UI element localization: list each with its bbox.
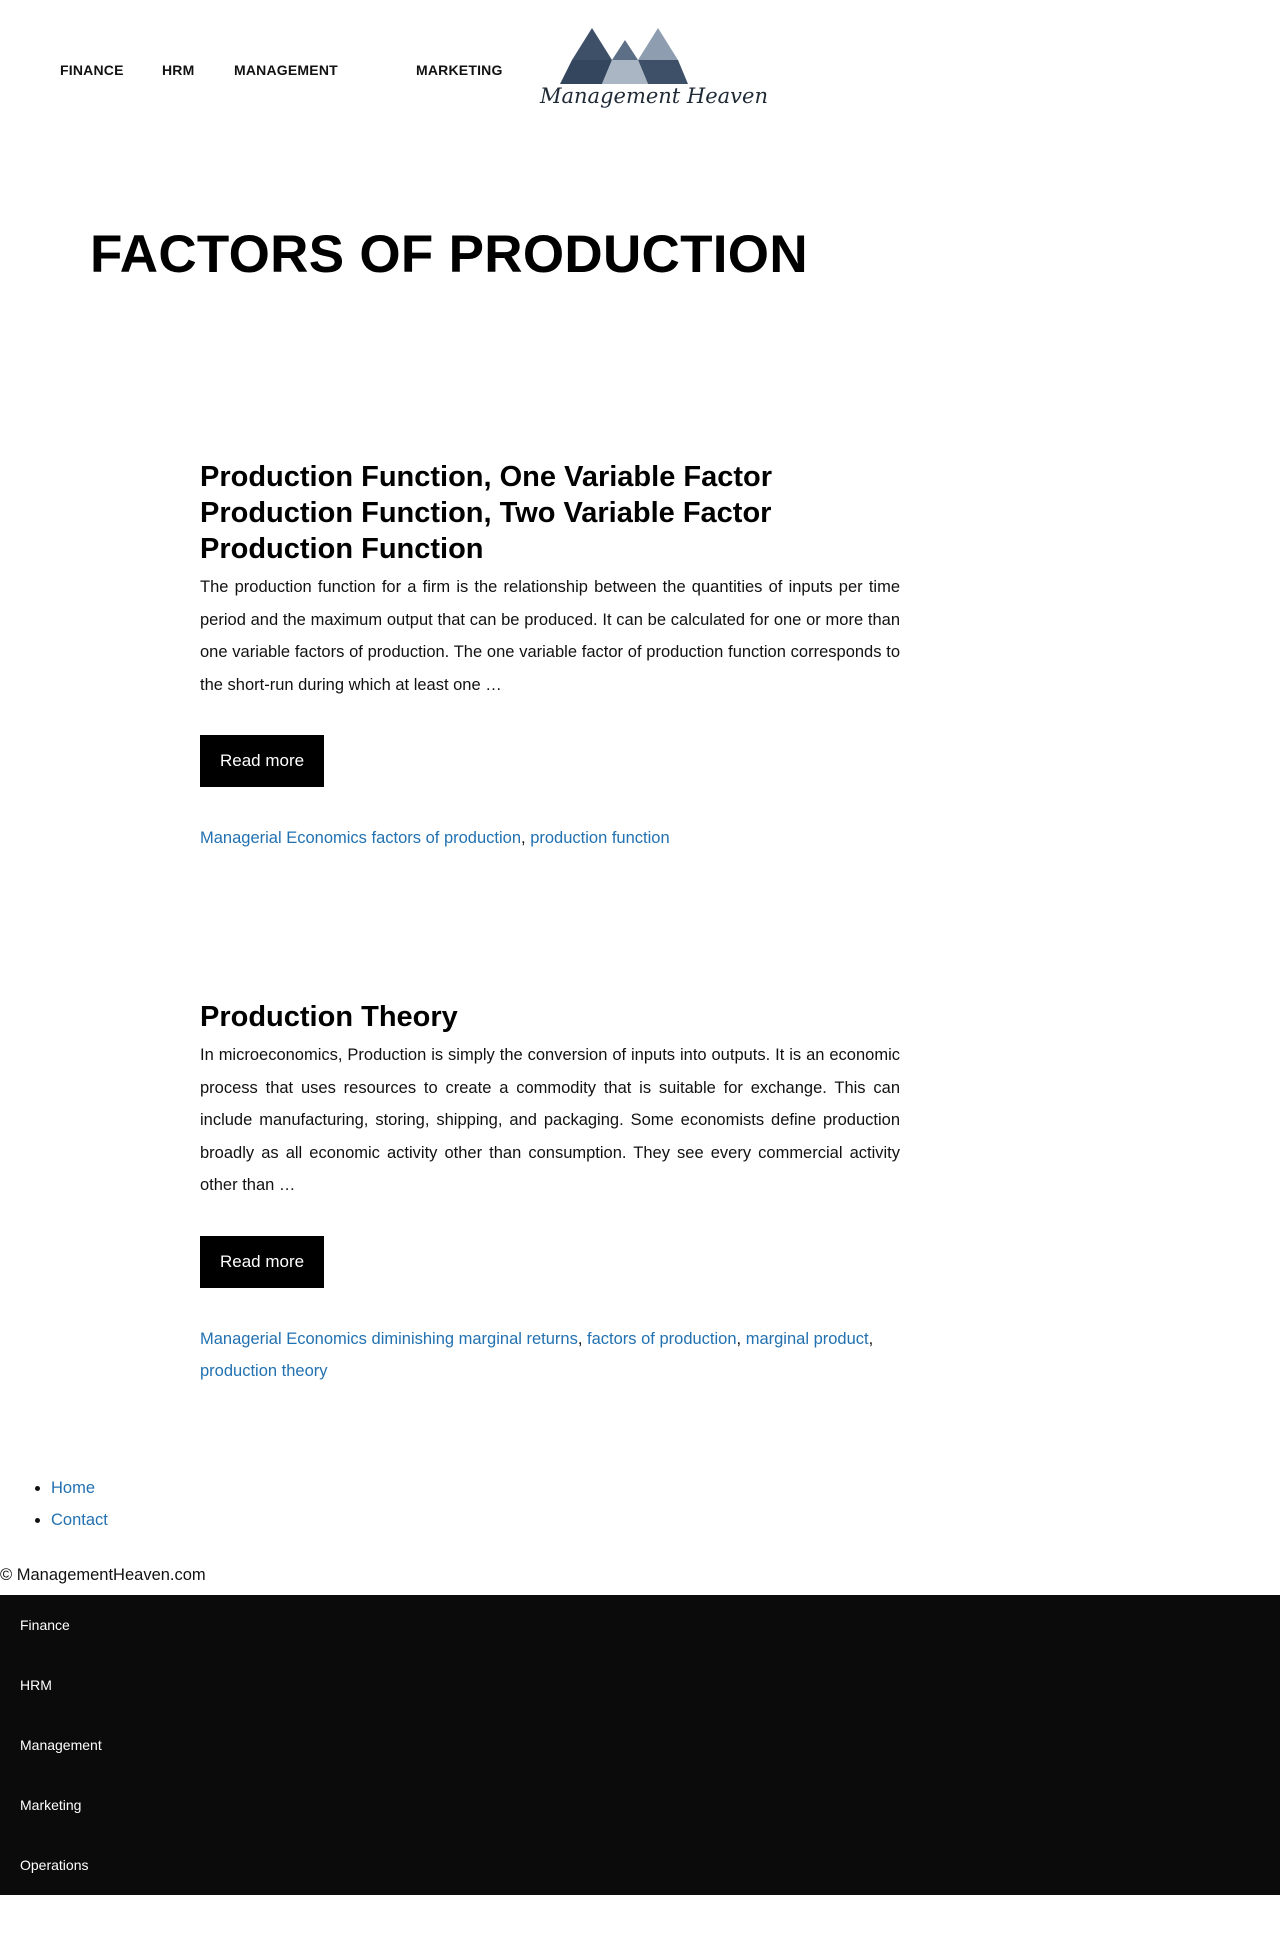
site-logo[interactable]: Management Heaven	[540, 24, 768, 116]
tag-link[interactable]: diminishing marginal returns	[372, 1330, 578, 1348]
category-link[interactable]: Managerial Economics	[200, 1330, 367, 1348]
footer-link-home[interactable]: Home	[51, 1479, 95, 1497]
nav-item-finance[interactable]: FINANCE	[60, 62, 124, 78]
footer-category-marketing[interactable]: Marketing	[20, 1797, 81, 1813]
tag-link[interactable]: production theory	[200, 1362, 328, 1380]
footer-category-finance[interactable]: Finance	[20, 1617, 70, 1633]
tag-link[interactable]: marginal product	[746, 1330, 869, 1348]
tag-link[interactable]: factors of production	[372, 829, 522, 847]
footer-category-hrm[interactable]: HRM	[20, 1677, 52, 1693]
logo-text: Management Heaven	[540, 84, 768, 108]
post-meta: Managerial Economics factors of producti…	[200, 829, 670, 847]
logo-mountains-icon	[560, 28, 688, 84]
read-more-button[interactable]: Read more	[200, 1235, 325, 1288]
post-title-text[interactable]: Production Function, One Variable Factor…	[200, 461, 772, 565]
tag-link[interactable]: factors of production	[587, 1330, 737, 1348]
footer-link-item: Contact	[51, 1504, 108, 1536]
archive-title: FACTORS OF PRODUCTION	[90, 225, 808, 284]
nav-item-marketing[interactable]: MARKETING	[416, 62, 503, 78]
copyright: © ManagementHeaven.com	[0, 1566, 206, 1584]
footer-category-management[interactable]: Management	[20, 1737, 102, 1753]
footer-category-operations[interactable]: Operations	[20, 1857, 88, 1873]
footer-link-contact[interactable]: Contact	[51, 1511, 108, 1529]
category-link[interactable]: Managerial Economics	[200, 829, 367, 847]
read-more-button[interactable]: Read more	[200, 735, 325, 787]
post-title[interactable]: Production Function, One Variable Factor…	[200, 459, 900, 567]
post-excerpt: In microeconomics, Production is simply …	[200, 1046, 900, 1194]
nav-item-management[interactable]: MANAGEMENT	[234, 62, 338, 78]
footer-link-item: Home	[51, 1472, 108, 1504]
post-card: Production Theory In microeconomics, Pro…	[200, 999, 900, 1388]
nav-item-hrm[interactable]: HRM	[162, 62, 194, 78]
tag-link[interactable]: production function	[530, 829, 669, 847]
post-meta: Managerial Economics diminishing margina…	[200, 1329, 874, 1381]
footer-links: Home Contact	[0, 1472, 108, 1536]
post-excerpt: The production function for a firm is th…	[200, 578, 900, 694]
site-header: FINANCE HRM MANAGEMENT MARKETING Managem…	[0, 0, 1280, 140]
post-title[interactable]: Production Theory	[200, 999, 900, 1035]
post-title-text[interactable]: Production Theory	[200, 1001, 458, 1033]
post-card: Production Function, One Variable Factor…	[200, 459, 900, 855]
category-footer: Finance HRM Management Marketing Operati…	[0, 1595, 1280, 1895]
